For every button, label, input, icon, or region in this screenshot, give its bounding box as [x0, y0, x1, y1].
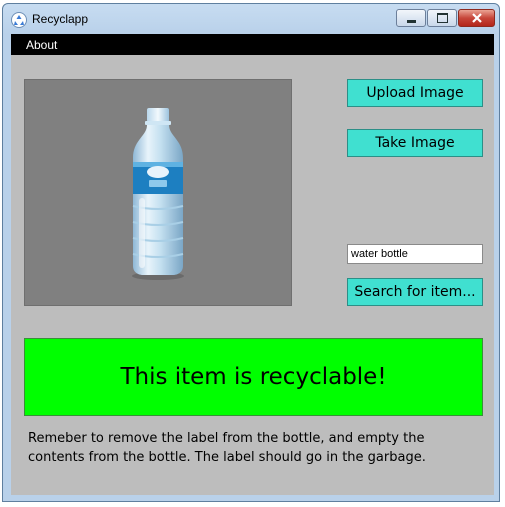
title-bar[interactable]: Recyclapp: [3, 4, 499, 34]
take-image-button[interactable]: Take Image: [347, 129, 483, 157]
minimize-icon: [406, 19, 416, 23]
close-icon: [471, 13, 482, 23]
search-input[interactable]: [347, 244, 483, 264]
result-banner: This item is recyclable!: [24, 338, 483, 416]
menu-item-about[interactable]: About: [26, 38, 57, 52]
menu-bar: About: [11, 34, 494, 55]
app-window: Recyclapp About Upload Image Take Image …: [2, 3, 500, 502]
minimize-button[interactable]: [396, 9, 426, 27]
image-preview: [24, 79, 292, 306]
main-content: Upload Image Take Image Search for item.…: [11, 55, 494, 495]
search-button[interactable]: Search for item...: [347, 278, 483, 306]
close-button[interactable]: [458, 9, 495, 27]
instructions-text: Remeber to remove the label from the bot…: [28, 431, 426, 465]
recycle-icon: [11, 12, 27, 28]
upload-image-button[interactable]: Upload Image: [347, 79, 483, 107]
water-bottle-image: [132, 108, 184, 280]
window-title: Recyclapp: [32, 12, 89, 26]
maximize-button[interactable]: [427, 9, 457, 27]
result-text: This item is recyclable!: [120, 364, 387, 390]
maximize-icon: [436, 13, 448, 23]
